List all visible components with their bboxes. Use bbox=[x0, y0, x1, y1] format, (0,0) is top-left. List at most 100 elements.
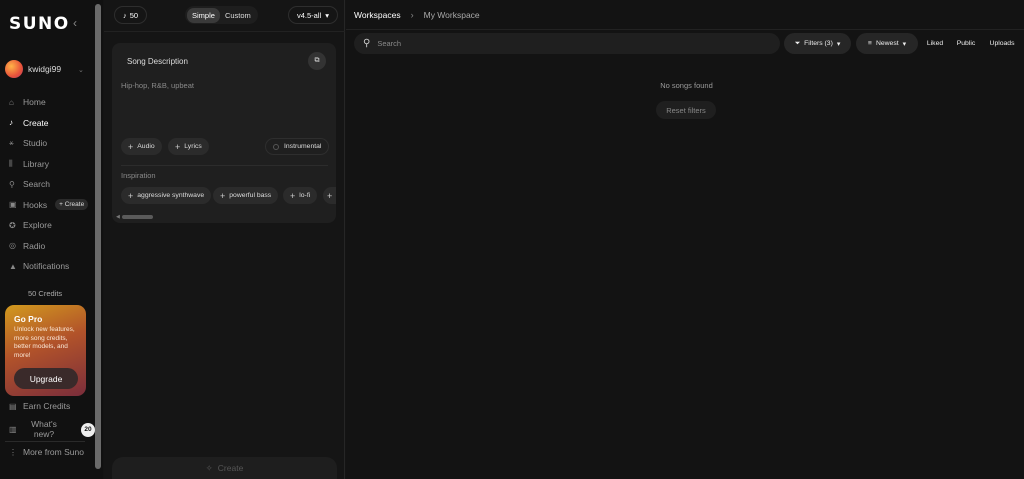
instrumental-toggle[interactable]: Instrumental bbox=[265, 138, 330, 155]
liked-filter-button[interactable]: Liked bbox=[922, 33, 948, 54]
compass-icon: ✪ bbox=[9, 220, 16, 230]
sidebar-item-library[interactable]: ⫼ Library bbox=[9, 154, 88, 175]
sidebar-item-label: Notifications bbox=[23, 261, 70, 272]
sidebar-item-notifications[interactable]: ▲ Notifications bbox=[9, 256, 88, 277]
mode-toggle: Simple Custom bbox=[185, 6, 258, 24]
model-version-select[interactable]: v4.5-all ▾ bbox=[288, 6, 338, 24]
avatar[interactable] bbox=[5, 60, 23, 78]
inspiration-scrollbar-thumb[interactable] bbox=[122, 215, 153, 219]
whats-new-label: What's new? bbox=[31, 419, 57, 439]
sidebar-item-home[interactable]: ⌂ Home bbox=[9, 92, 88, 113]
song-description-input[interactable]: Hip-hop, R&B, upbeat bbox=[121, 81, 194, 90]
public-filter-button[interactable]: Public bbox=[952, 33, 980, 54]
go-pro-description: Unlock new features, more song credits, … bbox=[14, 326, 75, 359]
inspiration-tag-partial[interactable]: + bbox=[323, 187, 336, 204]
go-pro-title: Go Pro bbox=[14, 314, 43, 324]
hooks-icon: ▣ bbox=[9, 200, 17, 210]
search-bar[interactable]: ⚲ bbox=[354, 33, 780, 54]
more-from-suno-label: More from Suno bbox=[23, 447, 84, 457]
filters-button[interactable]: ⏷ Filters (3) ▾ bbox=[784, 33, 851, 54]
inspiration-tag[interactable]: + aggressive synthwave bbox=[121, 187, 212, 204]
studio-icon: ⚹ bbox=[9, 138, 14, 148]
song-description-card: Song Description ⧉ Hip-hop, R&B, upbeat … bbox=[112, 43, 336, 223]
inspiration-tag[interactable]: + lo-fi bbox=[283, 187, 318, 204]
sidebar-item-label: Create bbox=[23, 117, 49, 128]
sidebar-item-search[interactable]: ⚲ Search bbox=[9, 174, 88, 195]
mode-simple-tab[interactable]: Simple bbox=[187, 7, 220, 23]
sidebar-item-label: Radio bbox=[23, 240, 46, 251]
sidebar-item-studio[interactable]: ⚹ Studio bbox=[9, 133, 88, 154]
workspace-divider bbox=[346, 29, 1024, 30]
hooks-create-button[interactable]: + Create bbox=[55, 199, 89, 211]
sidebar-nav: ⌂ Home ♪ Create ⚹ Studio ⫼ Library ⚲ Sea… bbox=[9, 92, 89, 277]
breadcrumb-current[interactable]: My Workspace bbox=[424, 10, 480, 20]
sort-icon: ≡ bbox=[867, 40, 872, 47]
sidebar-item-explore[interactable]: ✪ Explore bbox=[9, 215, 88, 236]
inspiration-label: Inspiration bbox=[121, 171, 156, 180]
add-lyrics-button[interactable]: + Lyrics bbox=[168, 138, 209, 155]
radio-icon: ◎ bbox=[9, 241, 16, 251]
sidebar-item-radio[interactable]: ◎ Radio bbox=[9, 236, 88, 257]
search-icon: ⚲ bbox=[9, 179, 15, 189]
earn-credits-link[interactable]: ▤ Earn Credits bbox=[9, 401, 70, 411]
create-button[interactable]: ✧ Create bbox=[112, 457, 337, 479]
sidebar-item-label: Search bbox=[23, 179, 50, 190]
filter-icon: ⏷ bbox=[794, 39, 801, 47]
inspiration-scrollbar[interactable]: ◀ bbox=[116, 214, 332, 220]
create-panel: ♪ 50 Simple Custom v4.5-all ▾ Song Descr… bbox=[104, 0, 345, 479]
sidebar-item-hooks[interactable]: ▣ Hooks + Create bbox=[9, 195, 89, 216]
chevron-left-icon[interactable]: ‹ bbox=[73, 16, 77, 30]
plus-icon: + bbox=[128, 190, 134, 201]
sidebar-item-label: Explore bbox=[23, 220, 52, 231]
app-root: SUNO ‹ kwidgi99 ⌄ ⌂ Home ♪ Create ⚹ Stud… bbox=[0, 0, 1024, 479]
inspiration-tag-label: aggressive synthwave bbox=[137, 192, 205, 199]
sidebar-scrollbar-thumb[interactable] bbox=[95, 4, 101, 469]
toggle-indicator bbox=[273, 143, 279, 150]
library-icon: ⫼ bbox=[9, 158, 13, 168]
inspiration-tag[interactable]: + powerful bass bbox=[213, 187, 279, 204]
plus-icon: + bbox=[327, 190, 333, 201]
instrumental-label: Instrumental bbox=[284, 143, 322, 150]
whats-new-link[interactable]: ▥ What's new? 20 bbox=[9, 419, 95, 439]
music-note-icon: ♪ bbox=[9, 118, 13, 128]
caret-down-icon: ▾ bbox=[902, 40, 907, 48]
suno-logo[interactable]: SUNO bbox=[9, 14, 70, 34]
home-icon: ⌂ bbox=[9, 97, 14, 107]
sort-label: Newest bbox=[875, 40, 899, 47]
sidebar-divider bbox=[5, 441, 85, 442]
credits-count: 50 Credits bbox=[28, 289, 63, 298]
reset-filters-button[interactable]: Reset filters bbox=[656, 101, 716, 119]
sort-button[interactable]: ≡ Newest ▾ bbox=[856, 33, 918, 54]
sidebar-item-create[interactable]: ♪ Create bbox=[9, 113, 88, 134]
mode-custom-tab[interactable]: Custom bbox=[220, 8, 256, 23]
whats-new-badge: 20 bbox=[81, 422, 95, 437]
go-pro-card: Go Pro Unlock new features, more song cr… bbox=[5, 305, 86, 396]
song-description-title: Song Description bbox=[127, 57, 188, 66]
sidebar: SUNO ‹ kwidgi99 ⌄ ⌂ Home ♪ Create ⚹ Stud… bbox=[0, 0, 103, 479]
sidebar-scrollbar[interactable] bbox=[95, 4, 101, 469]
breadcrumb: Workspaces › My Workspace bbox=[354, 10, 480, 20]
sidebar-item-label: Hooks bbox=[23, 199, 48, 210]
scroll-left-icon[interactable]: ◀ bbox=[116, 214, 120, 220]
plus-icon: + bbox=[128, 141, 134, 152]
more-from-suno-link[interactable]: ⋮ More from Suno bbox=[9, 447, 84, 457]
credits-chip[interactable]: ♪ 50 bbox=[114, 6, 148, 24]
upgrade-button[interactable]: Upgrade bbox=[14, 368, 78, 389]
breadcrumb-workspaces[interactable]: Workspaces bbox=[354, 10, 401, 20]
uploads-filter-button[interactable]: Uploads bbox=[985, 33, 1019, 54]
search-input[interactable] bbox=[377, 39, 758, 48]
sidebar-item-label: Studio bbox=[23, 138, 48, 149]
user-menu-chevron-icon[interactable]: ⌄ bbox=[78, 66, 84, 74]
card-divider bbox=[121, 165, 328, 166]
model-version-value: v4.5-all bbox=[297, 10, 322, 20]
user-profile[interactable]: kwidgi99 bbox=[5, 60, 61, 78]
add-lyrics-label: Lyrics bbox=[184, 143, 202, 150]
plus-icon: + bbox=[290, 190, 296, 201]
gift-icon: ▤ bbox=[9, 401, 17, 411]
filters-label: Filters (3) bbox=[804, 40, 833, 47]
plus-icon: + bbox=[220, 190, 226, 201]
randomize-icon[interactable]: ⧉ bbox=[308, 52, 326, 70]
add-audio-button[interactable]: + Audio bbox=[121, 138, 162, 155]
music-note-icon: ♪ bbox=[123, 10, 127, 20]
more-vertical-icon: ⋮ bbox=[9, 447, 17, 457]
